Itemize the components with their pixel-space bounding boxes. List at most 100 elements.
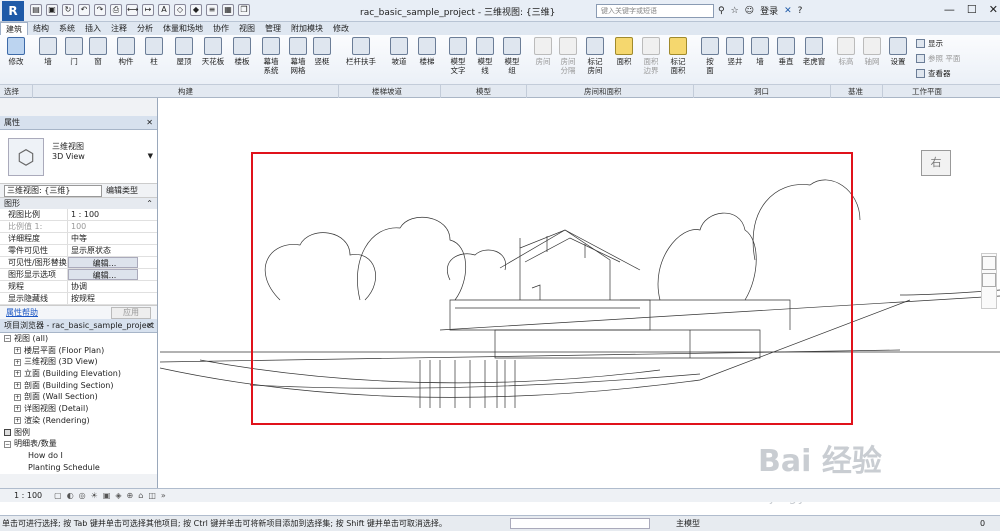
maximize-icon[interactable]: ☐ — [967, 3, 977, 16]
text-icon[interactable]: A — [158, 4, 170, 16]
tab-annotate[interactable]: 注释 — [106, 22, 132, 35]
expand-icon[interactable]: + — [14, 382, 21, 390]
tab-structure[interactable]: 结构 — [28, 22, 54, 35]
tab-manage[interactable]: 管理 — [260, 22, 286, 35]
modify-button[interactable]: 修改 — [2, 37, 30, 66]
tag-area-button[interactable]: 标记 面积 — [664, 37, 692, 75]
expand-icon[interactable]: + — [14, 347, 21, 355]
tag-room-button[interactable]: 标记 房间 — [581, 37, 609, 75]
properties-help-link[interactable]: 属性帮助 — [6, 307, 38, 318]
minimize-icon[interactable]: — — [944, 3, 955, 16]
collapse-icon[interactable]: − — [4, 335, 11, 343]
room-separator-button[interactable]: 房间 分隔 — [554, 37, 582, 75]
view-scale[interactable]: 1 : 100 — [14, 491, 42, 500]
tab-insert[interactable]: 插入 — [80, 22, 106, 35]
3d-view-icon[interactable]: ◇ — [174, 4, 186, 16]
grid-button[interactable]: 轴网 — [858, 37, 886, 66]
component-button[interactable]: 构件 — [112, 37, 140, 66]
expand-icon[interactable]: + — [14, 405, 21, 413]
model-line-button[interactable]: 模型 线 — [471, 37, 499, 75]
tree-node[interactable]: 图例 — [0, 427, 157, 439]
area-button[interactable]: 面积 — [610, 37, 638, 66]
expand-icon[interactable]: + — [14, 417, 21, 425]
star-icon[interactable]: ☆ — [731, 6, 739, 16]
tab-collaborate[interactable]: 协作 — [208, 22, 234, 35]
save-icon[interactable]: ▣ — [46, 4, 58, 16]
ref-plane-button[interactable]: 参照 平面 — [916, 53, 960, 64]
window-button[interactable]: 窗 — [84, 37, 112, 66]
column-button[interactable]: 柱 — [140, 37, 168, 66]
roof-button[interactable]: 屋顶 — [170, 37, 198, 66]
panel-room-area[interactable]: 房间和面积 — [584, 86, 622, 97]
floor-button[interactable]: 楼板 — [228, 37, 256, 66]
switch-windows-icon[interactable]: ❐ — [238, 4, 250, 16]
tab-addins[interactable]: 附加模块 — [286, 22, 328, 35]
tree-node[interactable]: + 剖面 (Building Section) — [0, 380, 157, 392]
view-control-icons[interactable]: ▢◐◎☀▣◈⊕⌂◫» — [54, 491, 171, 500]
set-workplane-button[interactable]: 设置 — [884, 37, 912, 66]
expand-icon[interactable]: + — [14, 370, 21, 378]
tree-node[interactable]: How do I — [0, 450, 157, 462]
shaft-button[interactable]: 竖井 — [721, 37, 749, 66]
redo-icon[interactable]: ↷ — [94, 4, 106, 16]
instance-dropdown[interactable]: 三维视图: {三维} — [4, 184, 102, 197]
close-icon[interactable]: ✕ — [989, 3, 998, 16]
tab-modify[interactable]: 修改 — [328, 22, 354, 35]
workset-dropdown[interactable] — [510, 518, 650, 529]
tab-systems[interactable]: 系统 — [54, 22, 80, 35]
measure-icon[interactable]: ⟷ — [126, 4, 138, 16]
viewer-button[interactable]: 查看器 — [916, 68, 951, 79]
mullion-button[interactable]: 竖梃 — [308, 37, 336, 66]
exchange-icon[interactable]: ✕ — [784, 6, 792, 16]
user-icon[interactable]: ☺ — [745, 6, 754, 16]
tree-node[interactable]: + 楼层平面 (Floor Plan) — [0, 345, 157, 357]
collapse-icon[interactable]: − — [4, 440, 11, 448]
dimension-icon[interactable]: ↦ — [142, 4, 154, 16]
thin-lines-icon[interactable]: ≡ — [206, 4, 218, 16]
tree-node[interactable]: + 渲染 (Rendering) — [0, 415, 157, 427]
tab-massing-site[interactable]: 体量和场地 — [158, 22, 208, 35]
dormer-button[interactable]: 老虎窗 — [798, 37, 830, 66]
close-hidden-icon[interactable]: ▦ — [222, 4, 234, 16]
vertical-opening-button[interactable]: 垂直 — [772, 37, 800, 66]
navigation-bar[interactable] — [981, 253, 997, 309]
collapse-icon[interactable]: ⌃ — [146, 198, 153, 209]
railing-button[interactable]: 栏杆扶手 — [343, 37, 379, 66]
panel-select[interactable]: 选择 — [4, 86, 19, 97]
edit-type-button[interactable]: 编辑类型 — [106, 185, 138, 196]
model-group-button[interactable]: 模型 组 — [498, 37, 526, 75]
viewcube-icon[interactable]: 右 — [921, 150, 951, 176]
tree-node[interactable]: − 视图 (all) — [0, 333, 157, 345]
level-button[interactable]: 标高 — [832, 37, 860, 66]
expand-icon[interactable]: + — [14, 358, 21, 366]
binoculars-icon[interactable]: ⚲ — [718, 6, 725, 16]
undo-icon[interactable]: ↶ — [78, 4, 90, 16]
apply-button[interactable]: 应用 — [111, 306, 151, 319]
app-logo-icon[interactable]: R — [2, 1, 24, 21]
by-face-button[interactable]: 按 面 — [696, 37, 724, 75]
close-icon[interactable]: ✕ — [146, 116, 153, 130]
tab-view[interactable]: 视图 — [234, 22, 260, 35]
group-graphics[interactable]: 图形 ⌃ — [0, 198, 157, 209]
tab-architecture[interactable]: 建筑 — [0, 22, 28, 35]
wall-opening-button[interactable]: 墙 — [746, 37, 774, 66]
type-selector[interactable]: ⬡ 三维视图 3D View ▼ — [0, 130, 157, 184]
wall-button[interactable]: 墙 — [34, 37, 62, 66]
tree-node[interactable]: + 详图视图 (Detail) — [0, 403, 157, 415]
expand-icon[interactable]: + — [14, 393, 21, 401]
close-icon[interactable]: ✕ — [146, 319, 153, 333]
tree-node[interactable]: − 明细表/数量 — [0, 438, 157, 450]
ramp-button[interactable]: 坡道 — [385, 37, 413, 66]
model-text-button[interactable]: 模型 文字 — [444, 37, 472, 75]
curtain-system-button[interactable]: 幕墙 系统 — [257, 37, 285, 75]
tree-node[interactable]: + 三维视图 (3D View) — [0, 356, 157, 368]
search-input[interactable]: 键入关键字或短语 — [596, 4, 714, 18]
zoom-icon[interactable] — [982, 273, 996, 287]
steering-wheel-icon[interactable] — [982, 256, 996, 270]
print-icon[interactable]: ⎙ — [110, 4, 122, 16]
sync-icon[interactable]: ↻ — [62, 4, 74, 16]
room-button[interactable]: 房间 — [529, 37, 557, 66]
drawing-canvas[interactable]: 右 — [159, 98, 1000, 488]
tree-node[interactable]: Planting Schedule — [0, 462, 157, 474]
login-label[interactable]: 登录 — [760, 4, 778, 17]
